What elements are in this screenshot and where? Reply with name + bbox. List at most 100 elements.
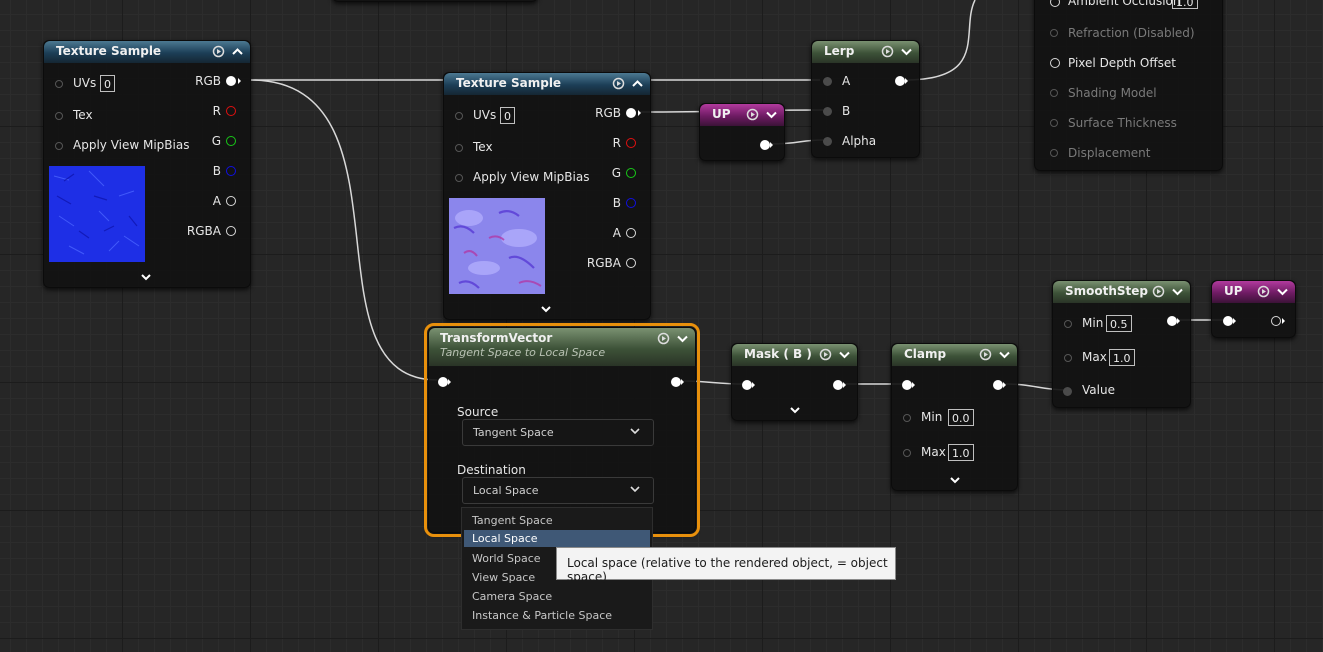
- preview-toggle-icon[interactable]: [881, 45, 894, 58]
- max-input-pin[interactable]: [903, 449, 911, 457]
- lerp-node[interactable]: Lerp A B Alpha: [811, 40, 920, 158]
- smoothstep-node[interactable]: SmoothStep Min 0.5 Max 1.0 Value: [1052, 280, 1191, 408]
- mipbias-input-pin[interactable]: [55, 142, 63, 150]
- a-output-pin[interactable]: [226, 196, 236, 206]
- alpha-input-pin[interactable]: [823, 137, 832, 146]
- displacement-pin[interactable]: [1050, 149, 1058, 157]
- menu-item-world-space[interactable]: World Space: [472, 552, 541, 565]
- node-header[interactable]: Lerp: [812, 41, 919, 63]
- texture-sample-node-1[interactable]: Texture Sample UVs 0 Tex Apply View MipB…: [43, 40, 251, 288]
- chevron-down-icon[interactable]: [140, 272, 152, 282]
- material-output-node[interactable]: Ambient Occlusion 1.0 Refraction (Disabl…: [1034, 0, 1223, 171]
- chevron-down-icon: [630, 486, 640, 493]
- chevron-down-icon[interactable]: [1171, 285, 1184, 298]
- input-pin[interactable]: [742, 380, 752, 390]
- value-input-pin[interactable]: [1063, 387, 1072, 396]
- preview-toggle-icon[interactable]: [1257, 285, 1270, 298]
- node-header[interactable]: TransformVector Tangent Space to Local S…: [429, 328, 695, 366]
- input-pin[interactable]: [902, 380, 912, 390]
- output-pin[interactable]: [993, 380, 1003, 390]
- input-pin[interactable]: [1223, 316, 1233, 326]
- uvs-value-field[interactable]: 0: [500, 107, 515, 124]
- preview-toggle-icon[interactable]: [819, 348, 832, 361]
- max-input-pin[interactable]: [1064, 354, 1072, 362]
- mask-node[interactable]: Mask ( B ): [731, 343, 858, 421]
- menu-item-view-space[interactable]: View Space: [472, 571, 535, 584]
- node-header[interactable]: Texture Sample: [44, 41, 250, 63]
- menu-item-camera-space[interactable]: Camera Space: [472, 590, 552, 603]
- min-input-pin[interactable]: [903, 414, 911, 422]
- mipbias-input-pin[interactable]: [455, 174, 463, 182]
- max-value-field[interactable]: 1.0: [948, 444, 974, 461]
- output-pin[interactable]: [1167, 316, 1177, 326]
- rgb-output-pin[interactable]: [626, 108, 636, 118]
- chevron-down-icon[interactable]: [998, 348, 1011, 361]
- preview-toggle-icon[interactable]: [746, 108, 759, 121]
- chevron-down-icon[interactable]: [676, 332, 689, 345]
- b-output-pin[interactable]: [626, 198, 636, 208]
- chevron-down-icon[interactable]: [789, 405, 801, 415]
- output-pin[interactable]: [895, 76, 905, 86]
- up-node-1[interactable]: UP: [699, 103, 785, 161]
- menu-item-instance-particle-space[interactable]: Instance & Particle Space: [472, 609, 612, 622]
- output-pin[interactable]: [671, 377, 681, 387]
- chevron-up-icon[interactable]: [231, 45, 244, 58]
- rgba-output-pin[interactable]: [226, 226, 236, 236]
- min-value-field[interactable]: 0.0: [948, 409, 974, 426]
- rgb-output-pin[interactable]: [226, 76, 236, 86]
- output-pin[interactable]: [833, 380, 843, 390]
- uvs-input-pin[interactable]: [55, 80, 63, 88]
- output-pin[interactable]: [1271, 316, 1281, 326]
- transform-vector-node[interactable]: TransformVector Tangent Space to Local S…: [424, 323, 700, 537]
- b-input-pin[interactable]: [823, 107, 832, 116]
- preview-toggle-icon[interactable]: [1152, 285, 1165, 298]
- chevron-down-icon[interactable]: [900, 45, 913, 58]
- preview-toggle-icon[interactable]: [612, 77, 625, 90]
- up-node-2[interactable]: UP: [1211, 280, 1296, 338]
- uvs-input-pin[interactable]: [455, 112, 463, 120]
- max-value-field[interactable]: 1.0: [1109, 349, 1135, 366]
- ambient-occlusion-value[interactable]: 1.0: [1172, 0, 1198, 9]
- chevron-down-icon[interactable]: [949, 475, 961, 485]
- uvs-value-field[interactable]: 0: [100, 75, 115, 92]
- node-header[interactable]: UP: [1212, 281, 1295, 303]
- clamp-node[interactable]: Clamp Min 0.0 Max 1.0: [891, 343, 1018, 491]
- node-header[interactable]: Mask ( B ): [732, 344, 857, 366]
- chevron-down-icon[interactable]: [1276, 285, 1289, 298]
- g-output-pin[interactable]: [226, 136, 236, 146]
- tex-input-pin[interactable]: [55, 112, 63, 120]
- min-input-pin[interactable]: [1064, 320, 1072, 328]
- preview-toggle-icon[interactable]: [657, 332, 670, 345]
- r-output-pin[interactable]: [626, 138, 636, 148]
- rgba-output-pin[interactable]: [626, 258, 636, 268]
- r-output-pin[interactable]: [226, 106, 236, 116]
- tex-input-pin[interactable]: [455, 144, 463, 152]
- surface-thickness-pin[interactable]: [1050, 119, 1058, 127]
- chevron-down-icon[interactable]: [838, 348, 851, 361]
- texture-sample-node-2[interactable]: Texture Sample UVs 0 Tex Apply View MipB…: [443, 72, 651, 320]
- chevron-down-icon[interactable]: [540, 304, 552, 314]
- preview-toggle-icon[interactable]: [212, 45, 225, 58]
- b-output-pin[interactable]: [226, 166, 236, 176]
- chevron-up-icon[interactable]: [631, 77, 644, 90]
- shading-model-pin[interactable]: [1050, 89, 1058, 97]
- chevron-down-icon[interactable]: [765, 108, 778, 121]
- node-header[interactable]: SmoothStep: [1053, 281, 1190, 303]
- g-output-pin[interactable]: [626, 168, 636, 178]
- node-header[interactable]: Texture Sample: [444, 73, 650, 95]
- source-dropdown[interactable]: Tangent Space: [462, 419, 654, 446]
- min-value-field[interactable]: 0.5: [1106, 315, 1132, 332]
- input-pin[interactable]: [438, 377, 448, 387]
- destination-dropdown[interactable]: Local Space: [462, 477, 654, 504]
- ambient-occlusion-pin[interactable]: [1050, 0, 1060, 7]
- node-header[interactable]: UP: [700, 104, 784, 126]
- a-input-pin[interactable]: [823, 77, 832, 86]
- refraction-pin[interactable]: [1050, 29, 1058, 37]
- pixel-depth-offset-pin[interactable]: [1050, 58, 1060, 68]
- output-pin[interactable]: [760, 140, 770, 150]
- menu-item-tangent-space[interactable]: Tangent Space: [472, 514, 553, 527]
- node-header[interactable]: Clamp: [892, 344, 1017, 366]
- preview-toggle-icon[interactable]: [979, 348, 992, 361]
- menu-item-local-space[interactable]: Local Space: [464, 530, 650, 547]
- a-output-pin[interactable]: [626, 228, 636, 238]
